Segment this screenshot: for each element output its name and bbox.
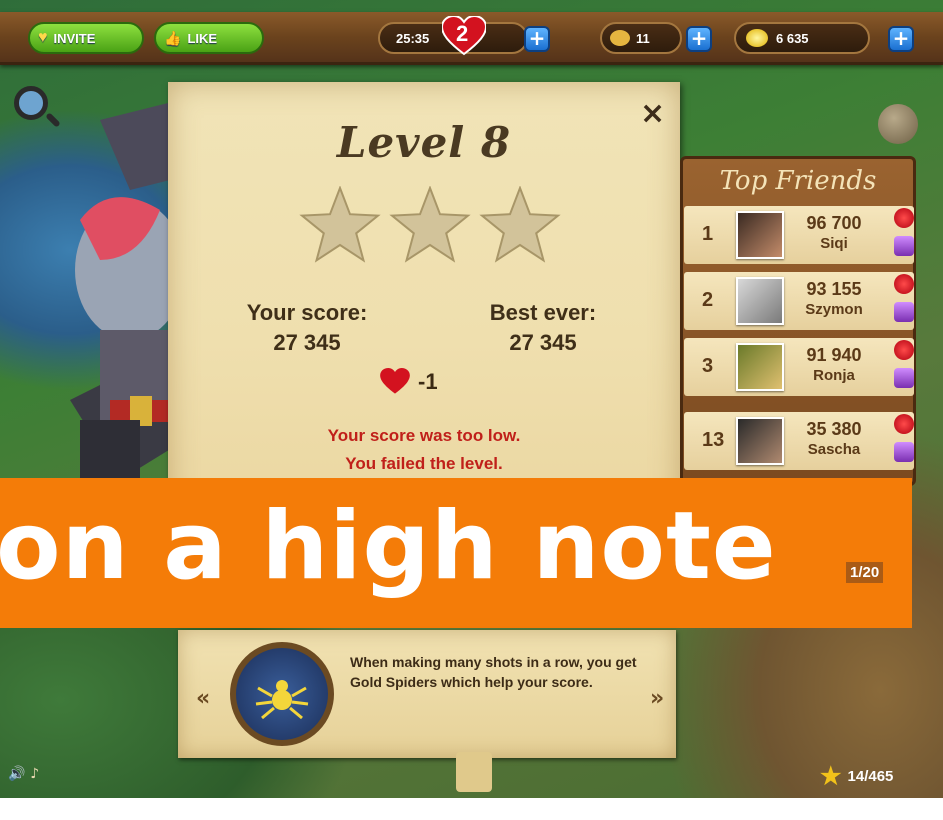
gift-icon[interactable]: [894, 442, 914, 462]
life-timer: 25:35: [396, 30, 430, 46]
coins-count: 6 635: [776, 30, 809, 46]
level-title: Level 8: [336, 118, 512, 167]
send-life-icon[interactable]: [894, 274, 914, 294]
friend-rank: 3: [702, 355, 714, 377]
heart-icon: [380, 368, 410, 394]
lives-panel: 25:35 2: [378, 14, 528, 56]
stone-decoration: [878, 104, 918, 144]
lives-count: 2: [456, 21, 469, 46]
magnifier-icon[interactable]: [14, 86, 48, 120]
friend-name: Siqi: [820, 235, 848, 252]
invite-button[interactable]: ♥ INVITE: [28, 22, 144, 54]
friend-score: 93 155: [806, 279, 862, 299]
friend-row: 13 35 380 Sascha: [684, 412, 914, 470]
best-ever-value: 27 345: [509, 330, 577, 355]
your-score-value: 27 345: [273, 330, 341, 355]
previous-tip-button[interactable]: «: [196, 686, 210, 711]
your-score-label: Your score:: [246, 300, 368, 325]
game-screen: ♥ INVITE 👍 LIKE 25:35 2 + 11 + 6 635 + ×…: [0, 0, 943, 798]
gift-icon[interactable]: [894, 302, 914, 322]
lives-lost-indicator: -1: [380, 368, 438, 395]
invite-label: INVITE: [53, 30, 96, 46]
friend-avatar: [736, 277, 784, 325]
send-life-icon[interactable]: [894, 208, 914, 228]
tickets-panel: 11: [600, 22, 682, 54]
friend-score: 96 700: [806, 213, 862, 233]
friend-row: 2 93 155 Szymon: [684, 272, 914, 330]
fail-message-line2: You failed the level.: [345, 454, 503, 473]
send-life-icon[interactable]: [894, 340, 914, 360]
friend-rank: 13: [702, 429, 725, 451]
friend-rank: 2: [702, 289, 714, 311]
coins-panel: 6 635: [734, 22, 870, 54]
overlay-banner-text: on a high note: [0, 492, 777, 601]
next-tip-button[interactable]: »: [650, 686, 664, 711]
friend-avatar: [736, 343, 784, 391]
level-progress: ★ 14/465: [820, 762, 893, 791]
add-coins-button[interactable]: +: [888, 26, 914, 52]
gold-spider-icon: [230, 642, 334, 746]
add-tickets-button[interactable]: +: [686, 26, 712, 52]
friend-score: 91 940: [806, 345, 862, 365]
friend-avatar: [736, 211, 784, 259]
level-progress-count: 14/465: [847, 768, 894, 785]
friend-row: 3 91 940 Ronja: [684, 338, 914, 396]
top-friends-title: Top Friends: [719, 166, 877, 196]
send-life-icon[interactable]: [894, 414, 914, 434]
star-icon: ★: [820, 763, 842, 790]
friends-pager[interactable]: 1/20: [846, 562, 884, 583]
friend-row: 1 96 700 Siqi: [684, 206, 914, 264]
friend-name: Sascha: [807, 441, 861, 458]
lives-change: -1: [418, 368, 438, 394]
coin-icon: [746, 29, 768, 47]
add-lives-button[interactable]: +: [524, 26, 550, 52]
scroll-tail: [456, 752, 492, 792]
friend-rank: 1: [702, 223, 714, 245]
tickets-count: 11: [636, 30, 650, 46]
friend-avatar: [736, 417, 784, 465]
thumbs-up-icon: 👍: [164, 29, 182, 46]
like-label: LIKE: [187, 30, 218, 46]
sound-music-toggles[interactable]: 🔊 ♪: [8, 766, 39, 782]
gift-icon[interactable]: [894, 236, 914, 256]
friend-score: 35 380: [806, 419, 862, 439]
gift-icon[interactable]: [894, 368, 914, 388]
like-button[interactable]: 👍 LIKE: [154, 22, 264, 54]
friend-name: Ronja: [813, 367, 855, 384]
star-rating: [299, 186, 561, 263]
heart-icon: ♥: [38, 29, 48, 46]
best-ever-label: Best ever:: [489, 300, 597, 325]
rating-star-icon: [389, 186, 471, 263]
ticket-icon: [610, 30, 630, 46]
rating-star-icon: [299, 186, 381, 263]
fail-message-line1: Your score was too low.: [327, 426, 521, 445]
tip-text: When making many shots in a row, you get…: [350, 654, 637, 690]
top-bar: ♥ INVITE 👍 LIKE 25:35 2 + 11 + 6 635 +: [0, 12, 943, 65]
rating-star-icon: [479, 186, 561, 263]
friend-name: Szymon: [805, 301, 863, 318]
